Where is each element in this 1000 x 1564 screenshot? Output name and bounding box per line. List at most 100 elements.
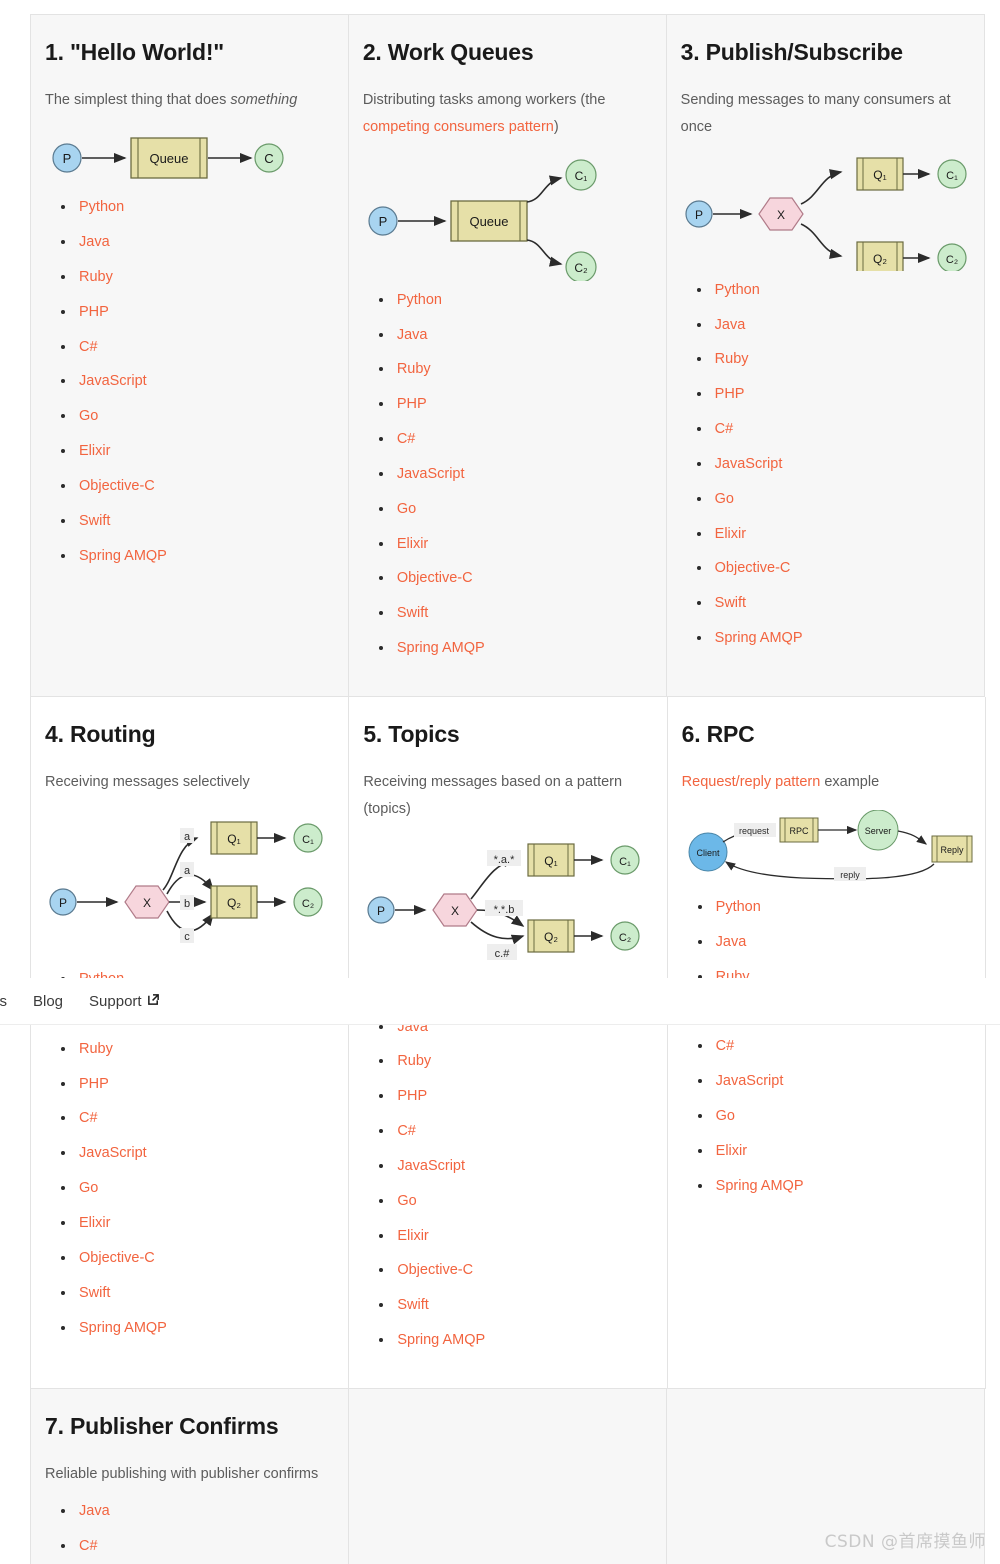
list-item[interactable]: Spring AMQP <box>61 547 334 566</box>
list-item[interactable]: Ruby <box>379 360 652 379</box>
list-item[interactable]: Objective-C <box>379 1261 652 1280</box>
list-item[interactable]: PHP <box>61 1075 334 1094</box>
lang-link[interactable]: Java <box>397 327 428 343</box>
list-item[interactable]: Go <box>379 500 652 519</box>
list-item[interactable]: Objective-C <box>379 569 652 588</box>
tutorial-card-routing[interactable]: 4. Routing Receiving messages selectivel… <box>31 697 349 1389</box>
list-item[interactable]: Objective-C <box>697 559 970 578</box>
lang-link[interactable]: Python <box>397 292 442 308</box>
lang-link[interactable]: PHP <box>79 304 109 320</box>
list-item[interactable]: JavaScript <box>698 1072 971 1091</box>
lang-link[interactable]: Spring AMQP <box>79 548 167 564</box>
lang-link[interactable]: Ruby <box>715 351 749 367</box>
list-item[interactable]: Spring AMQP <box>379 1331 652 1350</box>
lang-link[interactable]: Python <box>716 899 761 915</box>
list-item[interactable]: JavaScript <box>379 465 652 484</box>
list-item[interactable]: Java <box>379 326 652 345</box>
list-item[interactable]: C# <box>61 1109 334 1128</box>
lang-link[interactable]: Spring AMQP <box>397 640 485 656</box>
list-item[interactable]: Java <box>698 933 971 952</box>
lang-link[interactable]: Elixir <box>716 1143 747 1159</box>
list-item[interactable]: Spring AMQP <box>698 1177 971 1196</box>
tutorial-card-hello-world[interactable]: 1. "Hello World!" The simplest thing tha… <box>31 15 349 697</box>
nav-item-support[interactable]: Support <box>89 993 160 1010</box>
lang-link[interactable]: Python <box>79 199 124 215</box>
desc-link[interactable]: Request/reply pattern <box>682 774 821 790</box>
lang-link[interactable]: Ruby <box>79 1041 113 1057</box>
lang-link[interactable]: Spring AMQP <box>715 630 803 646</box>
list-item[interactable]: JavaScript <box>61 1144 334 1163</box>
list-item[interactable]: Objective-C <box>61 477 334 496</box>
list-item[interactable]: Elixir <box>698 1142 971 1161</box>
lang-link[interactable]: Objective-C <box>715 560 791 576</box>
list-item[interactable]: Elixir <box>379 535 652 554</box>
list-item[interactable]: C# <box>61 1537 334 1556</box>
list-item[interactable]: C# <box>698 1037 971 1056</box>
list-item[interactable]: Elixir <box>379 1227 652 1246</box>
list-item[interactable]: JavaScript <box>697 455 970 474</box>
lang-link[interactable]: PHP <box>397 1088 427 1104</box>
lang-link[interactable]: C# <box>79 339 98 355</box>
lang-link[interactable]: Objective-C <box>397 570 473 586</box>
list-item[interactable]: Elixir <box>697 525 970 544</box>
tutorial-card-work-queues[interactable]: 2. Work Queues Distributing tasks among … <box>349 15 667 697</box>
list-item[interactable]: Swift <box>379 1296 652 1315</box>
lang-link[interactable]: Spring AMQP <box>397 1332 485 1348</box>
lang-link[interactable]: JavaScript <box>716 1073 784 1089</box>
list-item[interactable]: Elixir <box>61 442 334 461</box>
lang-link[interactable]: Elixir <box>397 536 428 552</box>
lang-link[interactable]: Objective-C <box>79 478 155 494</box>
list-item[interactable]: Ruby <box>379 1052 652 1071</box>
lang-link[interactable]: C# <box>397 1123 416 1139</box>
list-item[interactable]: C# <box>379 1122 652 1141</box>
list-item[interactable]: PHP <box>379 1087 652 1106</box>
lang-link[interactable]: Swift <box>715 595 746 611</box>
lang-link[interactable]: JavaScript <box>79 1145 147 1161</box>
list-item[interactable]: Spring AMQP <box>697 629 970 648</box>
lang-link[interactable]: JavaScript <box>715 456 783 472</box>
nav-item-docs[interactable]: cs <box>0 993 7 1010</box>
lang-link[interactable]: Ruby <box>79 269 113 285</box>
lang-link[interactable]: Spring AMQP <box>79 1320 167 1336</box>
lang-link[interactable]: C# <box>716 1038 735 1054</box>
lang-link[interactable]: PHP <box>79 1076 109 1092</box>
lang-link[interactable]: Ruby <box>397 361 431 377</box>
lang-link[interactable]: Ruby <box>397 1053 431 1069</box>
lang-link[interactable]: Elixir <box>79 1215 110 1231</box>
list-item[interactable]: PHP <box>61 303 334 322</box>
list-item[interactable]: Python <box>379 291 652 310</box>
lang-link[interactable]: Go <box>79 1180 98 1196</box>
list-item[interactable]: Spring AMQP <box>379 639 652 658</box>
tutorial-card-publish-subscribe[interactable]: 3. Publish/Subscribe Sending messages to… <box>667 15 985 697</box>
tutorial-card-publisher-confirms[interactable]: 7. Publisher Confirms Reliable publishin… <box>31 1389 349 1564</box>
list-item[interactable]: Spring AMQP <box>61 1319 334 1338</box>
list-item[interactable]: Ruby <box>61 1040 334 1059</box>
list-item[interactable]: Swift <box>61 1284 334 1303</box>
list-item[interactable]: Swift <box>697 594 970 613</box>
lang-link[interactable]: Spring AMQP <box>716 1178 804 1194</box>
list-item[interactable]: Java <box>61 233 334 252</box>
list-item[interactable]: Ruby <box>697 350 970 369</box>
desc-link[interactable]: competing consumers pattern <box>363 119 554 135</box>
list-item[interactable]: Elixir <box>61 1214 334 1233</box>
lang-link[interactable]: C# <box>79 1538 98 1554</box>
lang-link[interactable]: JavaScript <box>79 373 147 389</box>
lang-link[interactable]: C# <box>397 431 416 447</box>
list-item[interactable]: Go <box>61 407 334 426</box>
list-item[interactable]: Objective-C <box>61 1249 334 1268</box>
list-item[interactable]: JavaScript <box>379 1157 652 1176</box>
lang-link[interactable]: Elixir <box>79 443 110 459</box>
list-item[interactable]: Python <box>698 898 971 917</box>
lang-link[interactable]: Swift <box>79 513 110 529</box>
lang-link[interactable]: Java <box>79 234 110 250</box>
tutorial-card-topics[interactable]: 5. Topics Receiving messages based on a … <box>349 697 667 1389</box>
lang-link[interactable]: Elixir <box>397 1228 428 1244</box>
list-item[interactable]: Go <box>698 1107 971 1126</box>
lang-link[interactable]: Java <box>716 934 747 950</box>
list-item[interactable]: Java <box>697 316 970 335</box>
list-item[interactable]: Python <box>697 281 970 300</box>
list-item[interactable]: C# <box>61 338 334 357</box>
list-item[interactable]: PHP <box>697 385 970 404</box>
list-item[interactable]: Python <box>61 198 334 217</box>
lang-link[interactable]: Go <box>715 491 734 507</box>
